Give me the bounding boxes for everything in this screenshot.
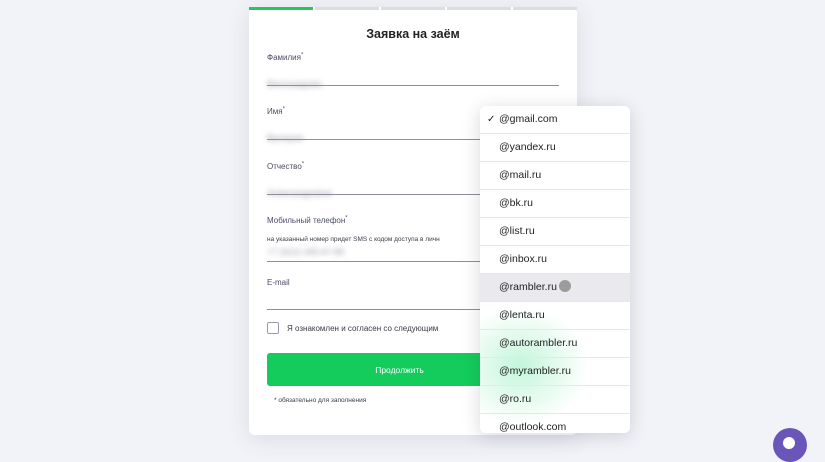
- domain-option[interactable]: @inbox.ru: [480, 246, 630, 274]
- domain-option[interactable]: @ro.ru: [480, 386, 630, 414]
- progress-step-1: [249, 7, 313, 10]
- surname-field[interactable]: Фамилия* Виноградова: [267, 47, 559, 89]
- check-icon: ✓: [487, 114, 496, 125]
- progress-step-4: [447, 7, 511, 10]
- agreement-label: Я ознакомлен и согласен со следующим: [287, 323, 439, 333]
- agreement-checkbox[interactable]: [267, 322, 279, 334]
- pointer-cursor-icon: [559, 280, 571, 292]
- chat-bubble-icon[interactable]: [773, 428, 807, 462]
- progress-step-3: [381, 7, 445, 10]
- domain-option[interactable]: @mail.ru: [480, 162, 630, 190]
- domain-option[interactable]: @outlook.com: [480, 414, 630, 433]
- surname-label: Фамилия*: [267, 52, 304, 62]
- domain-option[interactable]: @myrambler.ru: [480, 358, 630, 386]
- domain-option[interactable]: @list.ru: [480, 218, 630, 246]
- required-footnote: * обязательно для заполнения: [274, 397, 367, 404]
- domain-option[interactable]: ✓ @gmail.com: [480, 106, 630, 134]
- surname-value[interactable]: Виноградова: [267, 79, 559, 89]
- surname-underline: [267, 85, 559, 86]
- patronymic-label: Отчество*: [267, 161, 305, 171]
- domain-option[interactable]: @autorambler.ru: [480, 330, 630, 358]
- progress-bar: [249, 7, 577, 11]
- phone-label: Мобильный телефон*: [267, 215, 348, 225]
- agreement-row[interactable]: Я ознакомлен и согласен со следующим: [267, 322, 438, 334]
- domain-option-hovered[interactable]: @rambler.ru: [480, 274, 630, 302]
- name-label: Имя*: [267, 106, 285, 116]
- email-label: E-mail: [267, 278, 290, 287]
- domain-option[interactable]: @yandex.ru: [480, 134, 630, 162]
- email-domain-dropdown[interactable]: ✓ @gmail.com @yandex.ru @mail.ru @bk.ru @…: [480, 106, 630, 433]
- form-title: Заявка на заём: [366, 27, 460, 41]
- domain-option[interactable]: @lenta.ru: [480, 302, 630, 330]
- progress-step-2: [315, 7, 379, 10]
- domain-option[interactable]: @bk.ru: [480, 190, 630, 218]
- progress-step-5: [513, 7, 577, 10]
